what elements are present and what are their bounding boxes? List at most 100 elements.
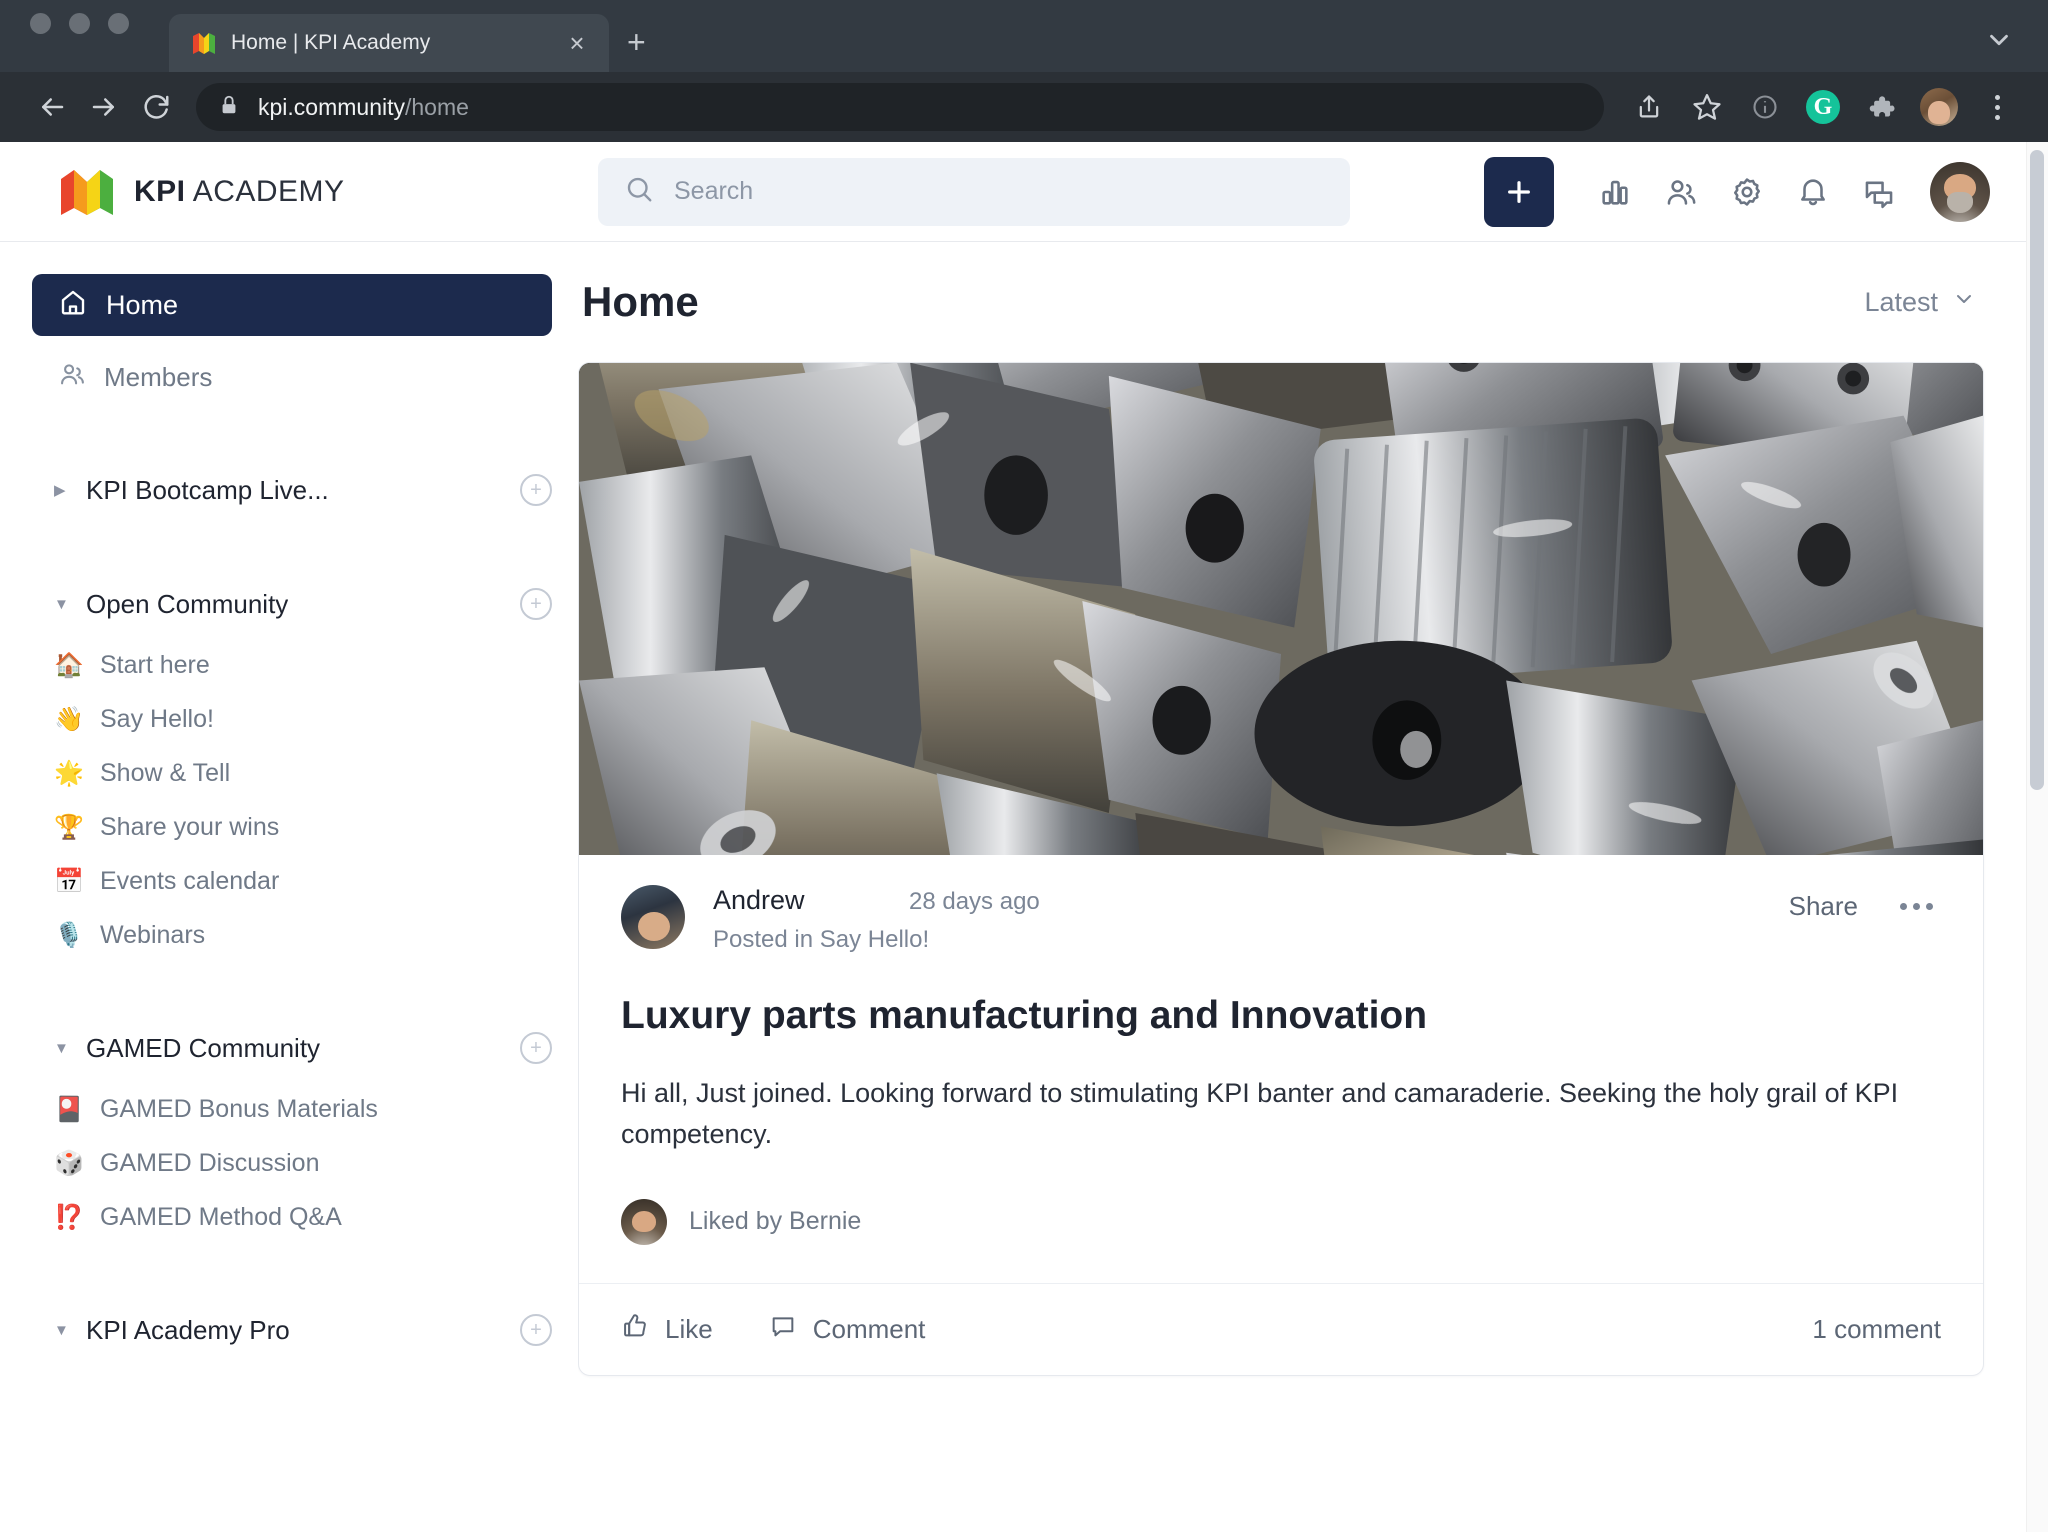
browser-profile-avatar[interactable] [1914, 82, 1964, 132]
comment-bubble-icon [769, 1312, 797, 1347]
liker-avatar[interactable] [621, 1198, 667, 1245]
new-tab-button[interactable]: + [627, 26, 646, 72]
sidebar-section-kpi-academy-pro[interactable]: ▼ KPI Academy Pro + [32, 1302, 552, 1358]
exclamation-question-emoji-icon: ⁉️ [54, 1203, 84, 1231]
grammarly-badge: G [1806, 90, 1840, 124]
add-to-section-button[interactable]: + [520, 1314, 552, 1346]
game-die-emoji-icon: 🎲 [54, 1149, 84, 1177]
kebab [1994, 94, 2000, 120]
add-to-section-button[interactable]: + [520, 588, 552, 620]
sidebar-item-label: GAMED Discussion [100, 1148, 320, 1177]
share-icon[interactable] [1624, 82, 1674, 132]
forward-button[interactable] [78, 81, 130, 133]
sidebar-item-start-here[interactable]: 🏠 Start here [32, 638, 552, 692]
notifications-bell-icon[interactable] [1780, 159, 1846, 225]
sidebar-section-open-community[interactable]: ▼ Open Community + [32, 576, 552, 632]
back-button[interactable] [26, 81, 78, 133]
page-viewport: KPI ACADEMY Search Home Members ▶ KPI Bo… [0, 142, 2048, 1532]
address-bar[interactable]: kpi.community/home [196, 83, 1604, 131]
sidebar-item-events-calendar[interactable]: 📅 Events calendar [32, 854, 552, 908]
comment-button[interactable]: Comment [769, 1312, 925, 1347]
bookmark-star-icon[interactable] [1682, 82, 1732, 132]
logo-bold: KPI [134, 174, 186, 208]
post-author-meta: Andrew 28 days ago Posted in Say Hello! [713, 885, 1040, 954]
minimize-window-button[interactable] [69, 12, 90, 34]
sort-label: Latest [1864, 286, 1938, 317]
sidebar-item-gamed-bonus-materials[interactable]: 🎴 GAMED Bonus Materials [32, 1082, 552, 1136]
reload-button[interactable] [130, 81, 182, 133]
sidebar-item-label: Home [106, 289, 179, 320]
sidebar-item-say-hello[interactable]: 👋 Say Hello! [32, 692, 552, 746]
thumbs-up-icon [621, 1312, 649, 1347]
sidebar-item-label: Show & Tell [100, 758, 231, 787]
house-emoji-icon: 🏠 [54, 651, 84, 679]
sidebar-item-webinars[interactable]: 🎙️ Webinars [32, 908, 552, 962]
sidebar-section-items: 🏠 Start here 👋 Say Hello! 🌟 Show & Tell … [32, 632, 552, 962]
settings-gear-icon[interactable] [1714, 159, 1780, 225]
sidebar-item-show-and-tell[interactable]: 🌟 Show & Tell [32, 746, 552, 800]
extensions-puzzle-icon[interactable] [1856, 82, 1906, 132]
maximize-window-button[interactable] [108, 12, 129, 34]
search-input[interactable]: Search [598, 157, 1350, 226]
info-circle-icon[interactable] [1740, 82, 1790, 132]
microphone-emoji-icon: 🎙️ [54, 921, 84, 949]
post-body: Hi all, Just joined. Looking forward to … [621, 1077, 1899, 1149]
sidebar-item-gamed-discussion[interactable]: 🎲 GAMED Discussion [32, 1136, 552, 1190]
chevron-down-icon[interactable]: ▼ [54, 1322, 76, 1339]
sidebar-item-label: Members [104, 361, 213, 392]
sidebar-section-title: KPI Academy Pro [86, 1314, 290, 1345]
chevron-right-icon[interactable]: ▶ [54, 481, 76, 499]
post-likes-row: Liked by Bernie [579, 1155, 1983, 1283]
post-author-name[interactable]: Andrew [713, 885, 909, 916]
logo-light: ACADEMY [185, 174, 345, 208]
post-title[interactable]: Luxury parts manufacturing and Innovatio… [579, 954, 1983, 1041]
chevron-down-icon[interactable]: ▼ [54, 1040, 76, 1057]
browser-tab[interactable]: Home | KPI Academy × [169, 14, 609, 72]
flower-playing-cards-emoji-icon: 🎴 [54, 1095, 84, 1123]
sort-dropdown[interactable]: Latest [1864, 287, 1976, 318]
chevron-down-icon[interactable]: ▼ [54, 596, 76, 613]
user-avatar[interactable] [1930, 161, 1990, 222]
address-bar-url: kpi.community/home [258, 94, 469, 121]
search-placeholder: Search [674, 177, 754, 205]
page-scrollbar-thumb[interactable] [2030, 150, 2044, 790]
page-title: Home [582, 278, 699, 325]
sidebar-section-kpi-bootcamp-live[interactable]: ▶ KPI Bootcamp Live... + [32, 462, 552, 518]
sidebar-item-members[interactable]: Members [32, 350, 552, 404]
create-post-button[interactable] [1484, 156, 1554, 227]
page-scrollbar-track[interactable] [2026, 142, 2048, 1532]
sidebar-section-title: GAMED Community [86, 1032, 321, 1063]
analytics-icon[interactable] [1582, 159, 1648, 225]
add-to-section-button[interactable]: + [520, 474, 552, 506]
post-more-options-icon[interactable] [1892, 895, 1941, 918]
add-to-section-button[interactable]: + [520, 1032, 552, 1064]
like-button[interactable]: Like [621, 1312, 713, 1347]
grammarly-icon[interactable]: G [1798, 82, 1848, 132]
members-icon[interactable] [1648, 159, 1714, 225]
post-hero-image[interactable] [579, 363, 1983, 855]
share-post-button[interactable]: Share [1789, 891, 1858, 922]
sidebar-section-gamed-community[interactable]: ▼ GAMED Community + [32, 1020, 552, 1076]
chevron-down-icon [1952, 287, 1976, 318]
header-action-group [1484, 156, 1990, 227]
sidebar-item-gamed-method-qa[interactable]: ⁉️ GAMED Method Q&A [32, 1190, 552, 1244]
post-card: Andrew 28 days ago Posted in Say Hello! … [578, 362, 1984, 1376]
browser-menu-kebab-icon[interactable] [1972, 82, 2022, 132]
messages-chat-icon[interactable] [1846, 159, 1912, 225]
close-window-button[interactable] [30, 12, 51, 34]
sidebar-item-home[interactable]: Home [32, 274, 552, 336]
glowing-star-emoji-icon: 🌟 [54, 759, 84, 787]
sidebar-item-share-your-wins[interactable]: 🏆 Share your wins [32, 800, 552, 854]
post-header-actions: Share [1789, 885, 1941, 922]
avatar [1920, 88, 1958, 126]
sidebar-item-label: GAMED Bonus Materials [100, 1094, 378, 1123]
comment-count[interactable]: 1 comment [1812, 1314, 1941, 1345]
post-author-avatar[interactable] [621, 885, 685, 949]
close-tab-button[interactable]: × [563, 30, 591, 56]
post-space-label[interactable]: Posted in Say Hello! [713, 926, 1040, 954]
site-logo[interactable]: KPI ACADEMY [58, 165, 598, 219]
tab-search-chevron-down-icon[interactable] [1984, 25, 2014, 60]
